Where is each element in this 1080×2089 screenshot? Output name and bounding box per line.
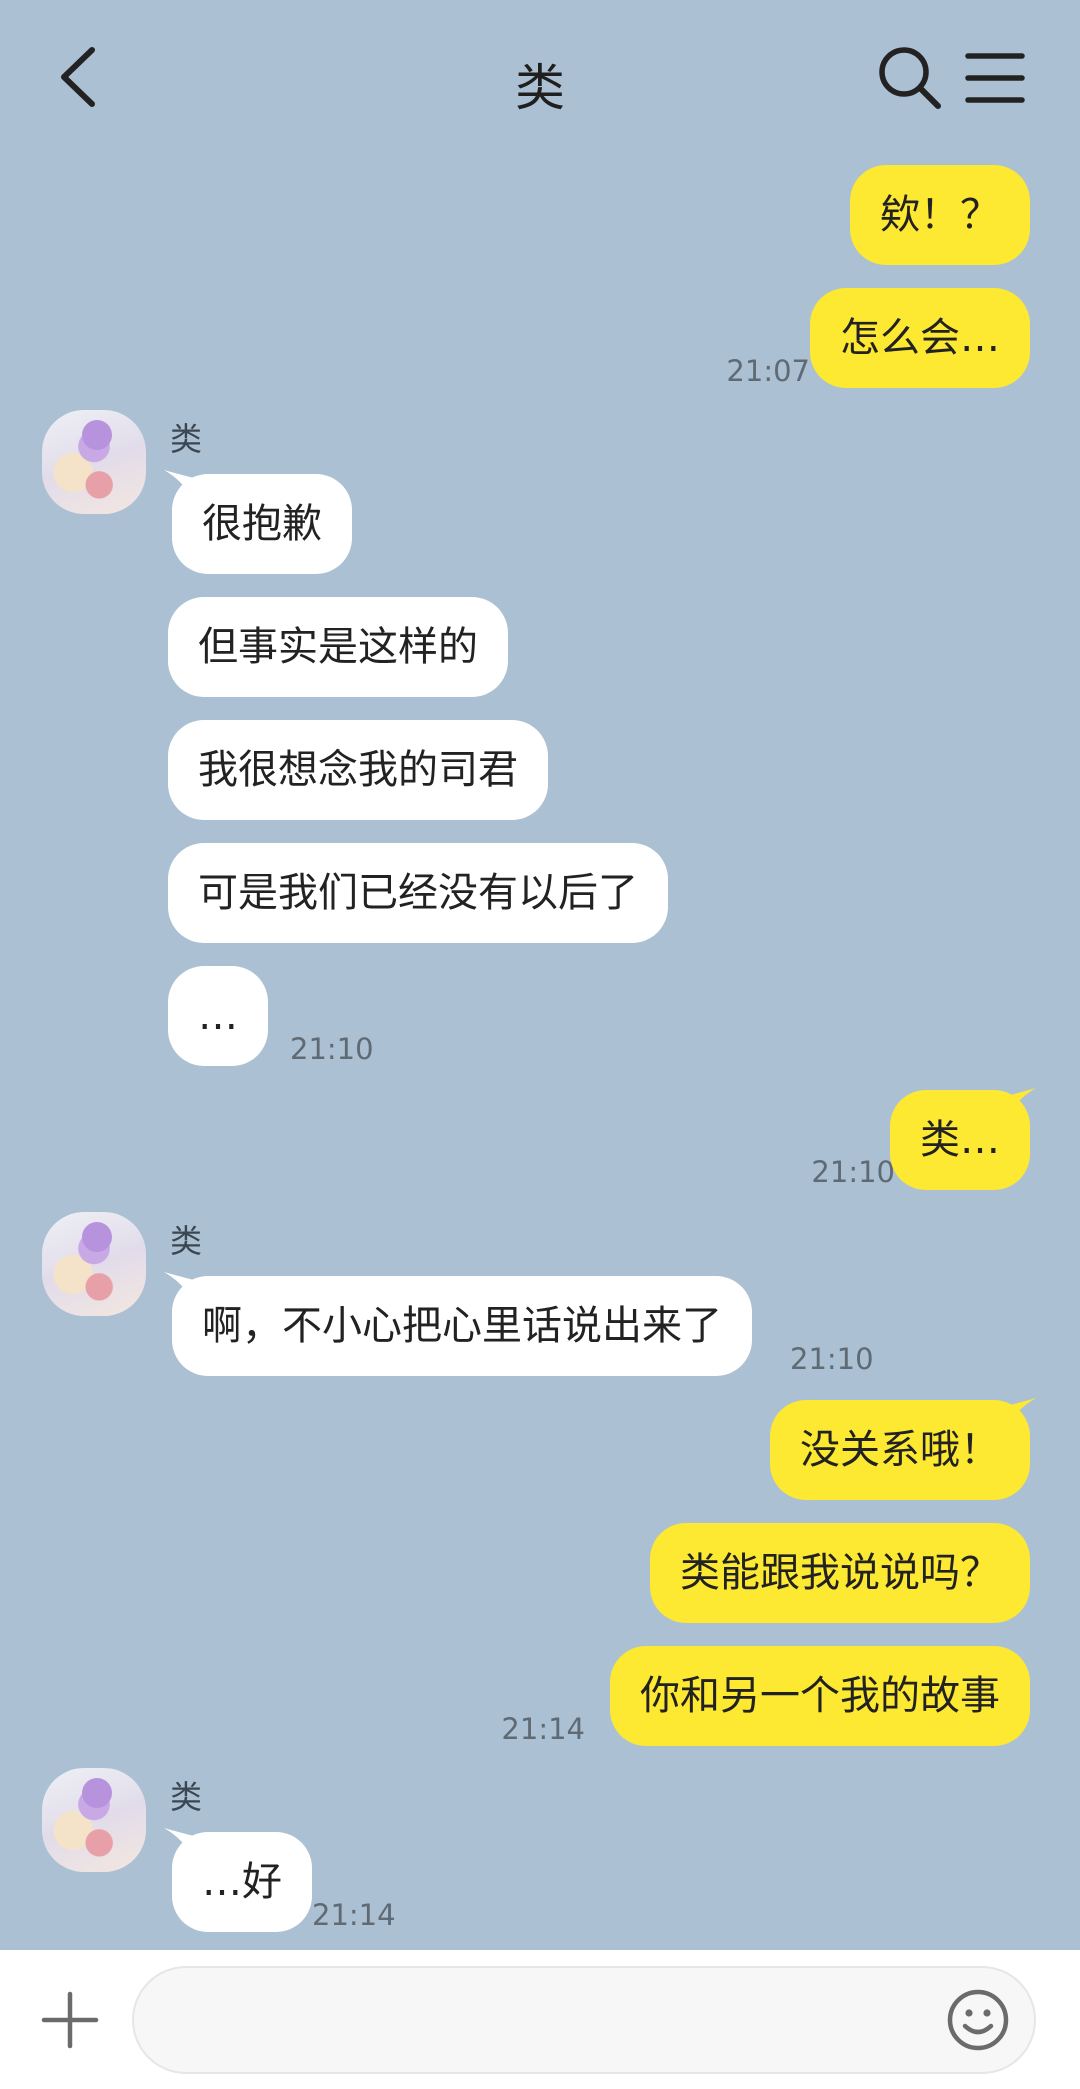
incoming-message-bubble[interactable]: 可是我们已经没有以后了 (168, 843, 668, 943)
contact-avatar[interactable] (42, 410, 146, 514)
attach-button[interactable] (38, 1988, 102, 2052)
back-button[interactable] (52, 42, 112, 112)
sender-name: 类 (170, 1222, 203, 1260)
sender-name: 类 (170, 420, 203, 458)
message-timestamp: 21:14 (312, 1898, 396, 1932)
contact-avatar[interactable] (42, 1768, 146, 1872)
outgoing-message-bubble[interactable]: 你和另一个我的故事 (610, 1646, 1030, 1746)
emoji-button[interactable] (946, 1988, 1010, 2052)
contact-avatar[interactable] (42, 1212, 146, 1316)
bubble-tail (1006, 1088, 1036, 1118)
message-timestamp: 21:10 (290, 1032, 374, 1066)
sender-name: 类 (170, 1778, 203, 1816)
chevron-left-icon (61, 47, 95, 107)
bubble-tail (1006, 1398, 1036, 1428)
incoming-message-bubble[interactable]: …好 (172, 1832, 312, 1932)
composer-bar (0, 1950, 1080, 2089)
message-timestamp: 21:07 (726, 354, 810, 388)
incoming-message-bubble[interactable]: 啊，不小心把心里话说出来了 (172, 1276, 752, 1376)
outgoing-message-bubble[interactable]: 没关系哦！ (770, 1400, 1030, 1500)
message-timestamp: 21:10 (790, 1342, 874, 1376)
outgoing-message-bubble[interactable]: 欸！？ (850, 165, 1030, 265)
outgoing-message-bubble[interactable]: 怎么会… (810, 288, 1030, 388)
incoming-message-bubble[interactable]: 我很想念我的司君 (168, 720, 548, 820)
hamburger-menu-icon (965, 53, 1025, 103)
search-icon (879, 47, 941, 109)
incoming-message-bubble[interactable]: 很抱歉 (172, 474, 352, 574)
outgoing-message-bubble[interactable]: 类能跟我说说吗？ (650, 1523, 1030, 1623)
chat-header: 类 (0, 0, 1080, 160)
incoming-message-bubble[interactable]: … (168, 966, 268, 1066)
message-timestamp: 21:14 (501, 1712, 585, 1746)
menu-button[interactable] (964, 48, 1026, 108)
message-timestamp: 21:10 (811, 1155, 895, 1189)
incoming-message-bubble[interactable]: 但事实是这样的 (168, 597, 508, 697)
smiley-face-icon (947, 1989, 1009, 2051)
message-input[interactable] (132, 1966, 1036, 2074)
search-button[interactable] (876, 44, 944, 112)
plus-icon (41, 1991, 99, 2049)
